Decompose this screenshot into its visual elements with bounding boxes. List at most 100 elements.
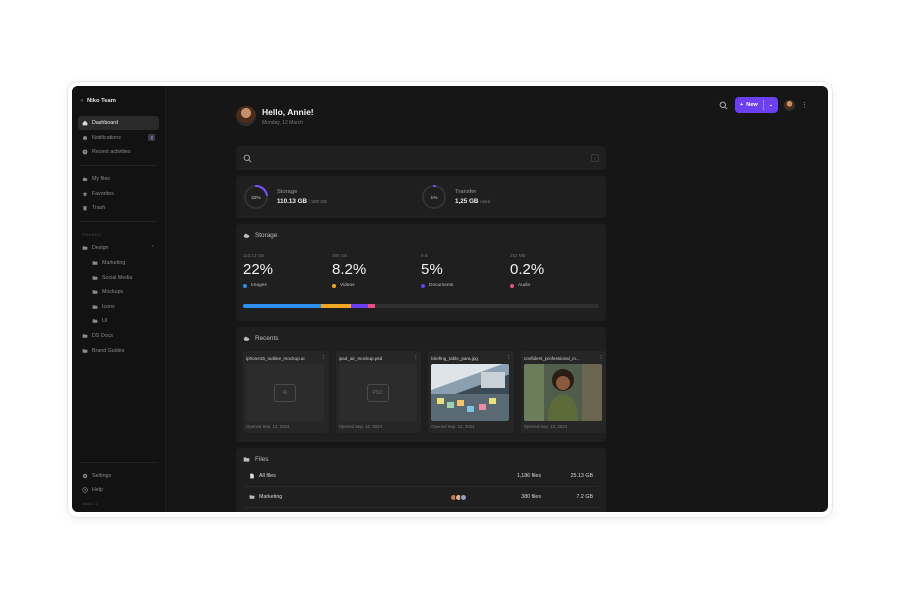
recent-file-card[interactable]: iphone15_outline_mockup.ai ⋮ AI Opened Se… xyxy=(243,351,329,433)
stat-label: Audio xyxy=(518,283,531,288)
photo-thumbnail xyxy=(431,364,510,421)
file-thumbnail: AI xyxy=(246,364,324,421)
more-vertical-icon[interactable]: ⋮ xyxy=(506,355,511,361)
legend-dot xyxy=(332,283,336,288)
files-title: Files xyxy=(243,456,599,463)
recent-file-name: iphone15_outline_mockup.ai xyxy=(246,355,305,361)
sidebar-item-my-files[interactable]: My files xyxy=(78,172,159,186)
sidebar-item-label: Design xyxy=(92,245,109,252)
new-button-label: New xyxy=(746,102,758,108)
bar-segment-audio xyxy=(368,304,376,308)
transfer-ring: 1% xyxy=(422,185,446,209)
sidebar-item-settings[interactable]: Settings xyxy=(78,469,159,483)
legend-dot xyxy=(510,283,514,288)
legend-dot xyxy=(421,283,425,288)
greeting-date: Monday, 12 March xyxy=(262,119,304,126)
sidebar-item-social-media[interactable]: Social Media xyxy=(78,271,159,285)
sidebar-item-label: Icons xyxy=(102,303,115,310)
sidebar-item-trash[interactable]: Trash xyxy=(78,201,159,215)
shared-section-label: SHARED xyxy=(82,232,102,238)
file-row-name: All files xyxy=(259,473,276,479)
sidebar-item-label: DS Docs xyxy=(92,332,113,339)
recent-file-card[interactable]: briefing_table_para.jpg ⋮ Opened Sep. 12… xyxy=(428,351,514,433)
legend-dot xyxy=(243,283,247,288)
sidebar-item-mockups[interactable]: Mockups xyxy=(78,285,159,299)
folder-icon xyxy=(82,348,88,353)
transfer-percent: 1% xyxy=(431,195,439,201)
greeting: Hello, Annie! Monday, 12 March xyxy=(236,106,314,126)
sidebar-item-label: Brand Guides xyxy=(92,347,125,354)
new-button[interactable]: + New ⌄ xyxy=(735,97,778,113)
recent-file-card[interactable]: ipad_air_mockup.psd ⋮ PSD Opened Sep. 12,… xyxy=(335,351,422,433)
sidebar-item-label: Social Media xyxy=(102,274,133,281)
bar-segment-documents xyxy=(350,304,369,308)
sidebar-item-ds-docs[interactable]: DS Docs xyxy=(78,329,159,343)
storage-stats: 110.13 GB 22% Images 380 GB 8.2% Videos … xyxy=(243,253,599,288)
storage-stat-documents: 0 B 5% Documents xyxy=(421,253,510,288)
file-type-icon: PSD xyxy=(366,383,389,402)
sidebar-item-marketing[interactable]: Marketing xyxy=(78,256,159,270)
storage-title: Storage xyxy=(243,232,599,239)
sidebar-item-label: My files xyxy=(92,176,110,183)
shared-avatars xyxy=(450,493,467,501)
avatar xyxy=(236,106,256,126)
divider xyxy=(80,165,157,167)
chevron-down-icon[interactable]: ⌄ xyxy=(769,102,773,108)
files-title-text: Files xyxy=(255,456,269,463)
storage-progress-bar xyxy=(243,304,599,308)
table-row[interactable]: All files 1,186 files 25.13 GB xyxy=(243,466,599,487)
search-input[interactable] xyxy=(258,155,585,161)
sidebar-item-recent-activities[interactable]: Recent activities xyxy=(78,145,159,159)
sidebar-item-favorites[interactable]: Favorites xyxy=(78,187,159,201)
shortcut-hint: / xyxy=(591,154,599,162)
sidebar-item-label: Settings xyxy=(92,472,112,479)
more-vertical-icon[interactable]: ⋮ xyxy=(801,101,808,109)
storage-usage: 22% Storage 110.13 GB / 500 GB xyxy=(243,184,421,210)
search-icon xyxy=(243,154,252,162)
chevron-up-icon[interactable]: ⌃ xyxy=(151,245,155,251)
folder-icon xyxy=(243,457,250,462)
folder-icon xyxy=(92,290,98,294)
sidebar-item-help[interactable]: Help xyxy=(78,483,159,497)
sidebar-item-design[interactable]: Design ⌃ xyxy=(78,241,159,255)
divider xyxy=(762,100,764,110)
folder-icon xyxy=(82,334,88,338)
stat-size: 380 GB xyxy=(332,253,348,258)
sidebar-item-brand-guides[interactable]: Brand Guides xyxy=(78,344,159,358)
search-icon xyxy=(719,101,727,109)
folder-icon xyxy=(92,304,98,309)
sidebar-item-label: Favorites xyxy=(92,190,114,197)
sidebar-item-ui[interactable]: UI xyxy=(78,314,159,328)
sidebar-item-notifications[interactable]: Notifications 2 xyxy=(78,131,159,145)
more-vertical-icon[interactable]: ⋮ xyxy=(599,355,604,361)
storage-breakdown: Storage 110.13 GB 22% Images 380 GB 8.2%… xyxy=(236,224,606,321)
table-row[interactable]: Marketing 380 files 7.2 GB xyxy=(243,487,599,508)
storage-stat-images: 110.13 GB 22% Images xyxy=(243,253,332,288)
avatar[interactable] xyxy=(784,99,795,111)
sidebar-item-dashboard[interactable]: Dashboard xyxy=(78,116,159,130)
main-area: + New ⌄ ⋮ Hello, Annie! Monday, 12 March… xyxy=(166,86,828,512)
more-vertical-icon[interactable]: ⋮ xyxy=(321,355,326,361)
storage-title-text: Storage xyxy=(255,232,278,239)
desk-photo-image xyxy=(431,372,510,421)
recent-opened-date: Opened Sep. 12, 2024 xyxy=(338,424,382,429)
sidebar-item-label: UI xyxy=(102,318,108,325)
sidebar-item-label: Trash xyxy=(92,205,106,212)
storage-label: Storage xyxy=(277,189,298,195)
recent-file-card[interactable]: confident_professional_in... ⋮ Opened Sep… xyxy=(520,351,607,433)
storage-percent: 22% xyxy=(251,195,261,201)
sidebar-item-icons[interactable]: Icons xyxy=(78,300,159,314)
sidebar-item-label: Recent activities xyxy=(92,149,131,156)
recent-opened-date: Opened Sep. 12, 2024 xyxy=(523,424,568,429)
search-button[interactable] xyxy=(717,99,729,111)
stat-size: 110.13 GB xyxy=(243,253,265,258)
avatar xyxy=(460,493,467,501)
notification-count-badge: 2 xyxy=(148,134,155,142)
team-switcher[interactable]: ‹ Niko Team xyxy=(78,96,159,116)
more-vertical-icon[interactable]: ⋮ xyxy=(414,355,419,361)
gear-icon xyxy=(82,473,88,478)
app-version: Vault 1.1 xyxy=(82,501,98,506)
file-row-count: 380 files xyxy=(521,494,541,500)
sidebar-footer: Settings Help Vault 1.1 xyxy=(78,456,159,506)
stat-percent: 5% xyxy=(421,261,443,278)
